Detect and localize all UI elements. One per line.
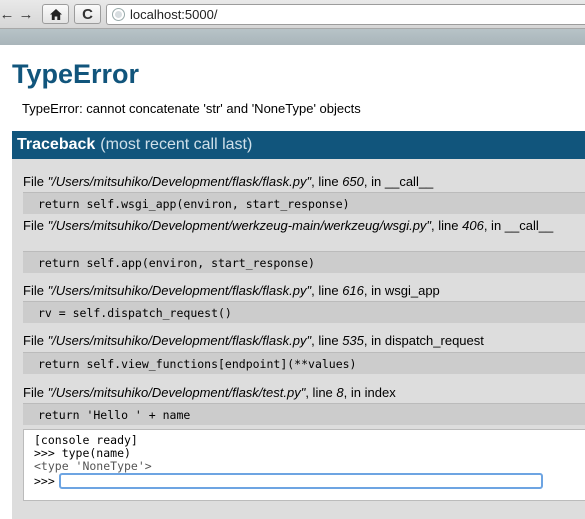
globe-icon [112,8,125,21]
frame-line-label: , line [431,218,463,233]
console-prompt-row: >>> [34,473,585,489]
traceback-subtitle: (most recent call last) [100,136,253,153]
frame-in-label: , in [363,283,385,298]
frame-file-path: "/Users/mitsuhiko/Development/flask/flas… [47,333,312,348]
frame-function: __call__ [384,174,434,189]
frame-line-number: 535 [342,333,364,348]
browser-toolbar: ← → C localhost:5000/ [0,0,585,29]
back-arrow-icon[interactable]: ← [0,4,15,24]
frame-code[interactable]: return self.wsgi_app(environ, start_resp… [23,192,585,214]
frame-file-label: File [23,283,48,298]
console-input[interactable] [58,473,543,489]
frame-function: index [364,385,396,400]
frame-in-label: , in [483,218,505,233]
forward-arrow-icon[interactable]: → [17,4,35,24]
error-message: TypeError: cannot concatenate 'str' and … [22,101,361,116]
frame-location: File "/Users/mitsuhiko/Development/flask… [23,386,583,400]
frame-file-label: File [23,333,48,348]
frame-line-label: , line [311,174,343,189]
address-bar[interactable]: localhost:5000/ [106,4,585,25]
frame-location: File "/Users/mitsuhiko/Development/flask… [23,284,583,298]
frame-file-path: "/Users/mitsuhiko/Development/flask/flas… [47,283,312,298]
frame-file-label: File [23,174,48,189]
frame-location: File "/Users/mitsuhiko/Development/flask… [23,334,583,348]
frame-in-label: , in [343,385,365,400]
frame-file-path: "/Users/mitsuhiko/Development/werkzeug-m… [47,218,432,233]
frame-file-label: File [23,385,48,400]
debug-console[interactable]: [console ready] >>> type(name) <type 'No… [23,429,585,501]
frame-code[interactable]: return self.view_functions[endpoint](**v… [23,352,585,374]
frame-line-label: , line [311,333,343,348]
frame-file-path: "/Users/mitsuhiko/Development/flask/flas… [47,174,312,189]
traceback-header: Traceback (most recent call last) [12,131,585,159]
frame-line-number: 650 [342,174,364,189]
frame-location: File "/Users/mitsuhiko/Development/werkz… [23,219,583,233]
frame-in-label: , in [363,333,385,348]
frame-function: wsgi_app [384,283,440,298]
page-top-strip [0,29,585,45]
home-icon [49,8,62,20]
page-title: TypeError [12,59,140,89]
frame-code[interactable]: return self.app(environ, start_response) [23,251,585,273]
console-prompt: >>> [34,473,55,488]
frame-file-path: "/Users/mitsuhiko/Development/flask/test… [47,385,306,400]
reload-icon: C [82,5,93,23]
traceback-title: Traceback [17,136,96,153]
url-text: localhost:5000/ [130,7,218,22]
frame-location: File "/Users/mitsuhiko/Development/flask… [23,175,583,189]
reload-button[interactable]: C [74,4,101,24]
home-button[interactable] [42,4,69,24]
frame-line-number: 8 [336,385,344,400]
frame-line-label: , line [305,385,337,400]
frame-line-label: , line [311,283,343,298]
frame-file-label: File [23,218,48,233]
frame-function: dispatch_request [384,333,484,348]
frame-function: __call__ [504,218,554,233]
frame-code[interactable]: return 'Hello ' + name [23,403,585,425]
frame-code[interactable]: rv = self.dispatch_request() [23,301,585,323]
frame-in-label: , in [363,174,385,189]
frame-line-number: 616 [342,283,364,298]
console-output-line: <type 'NoneType'> [34,459,152,473]
frame-line-number: 406 [462,218,484,233]
